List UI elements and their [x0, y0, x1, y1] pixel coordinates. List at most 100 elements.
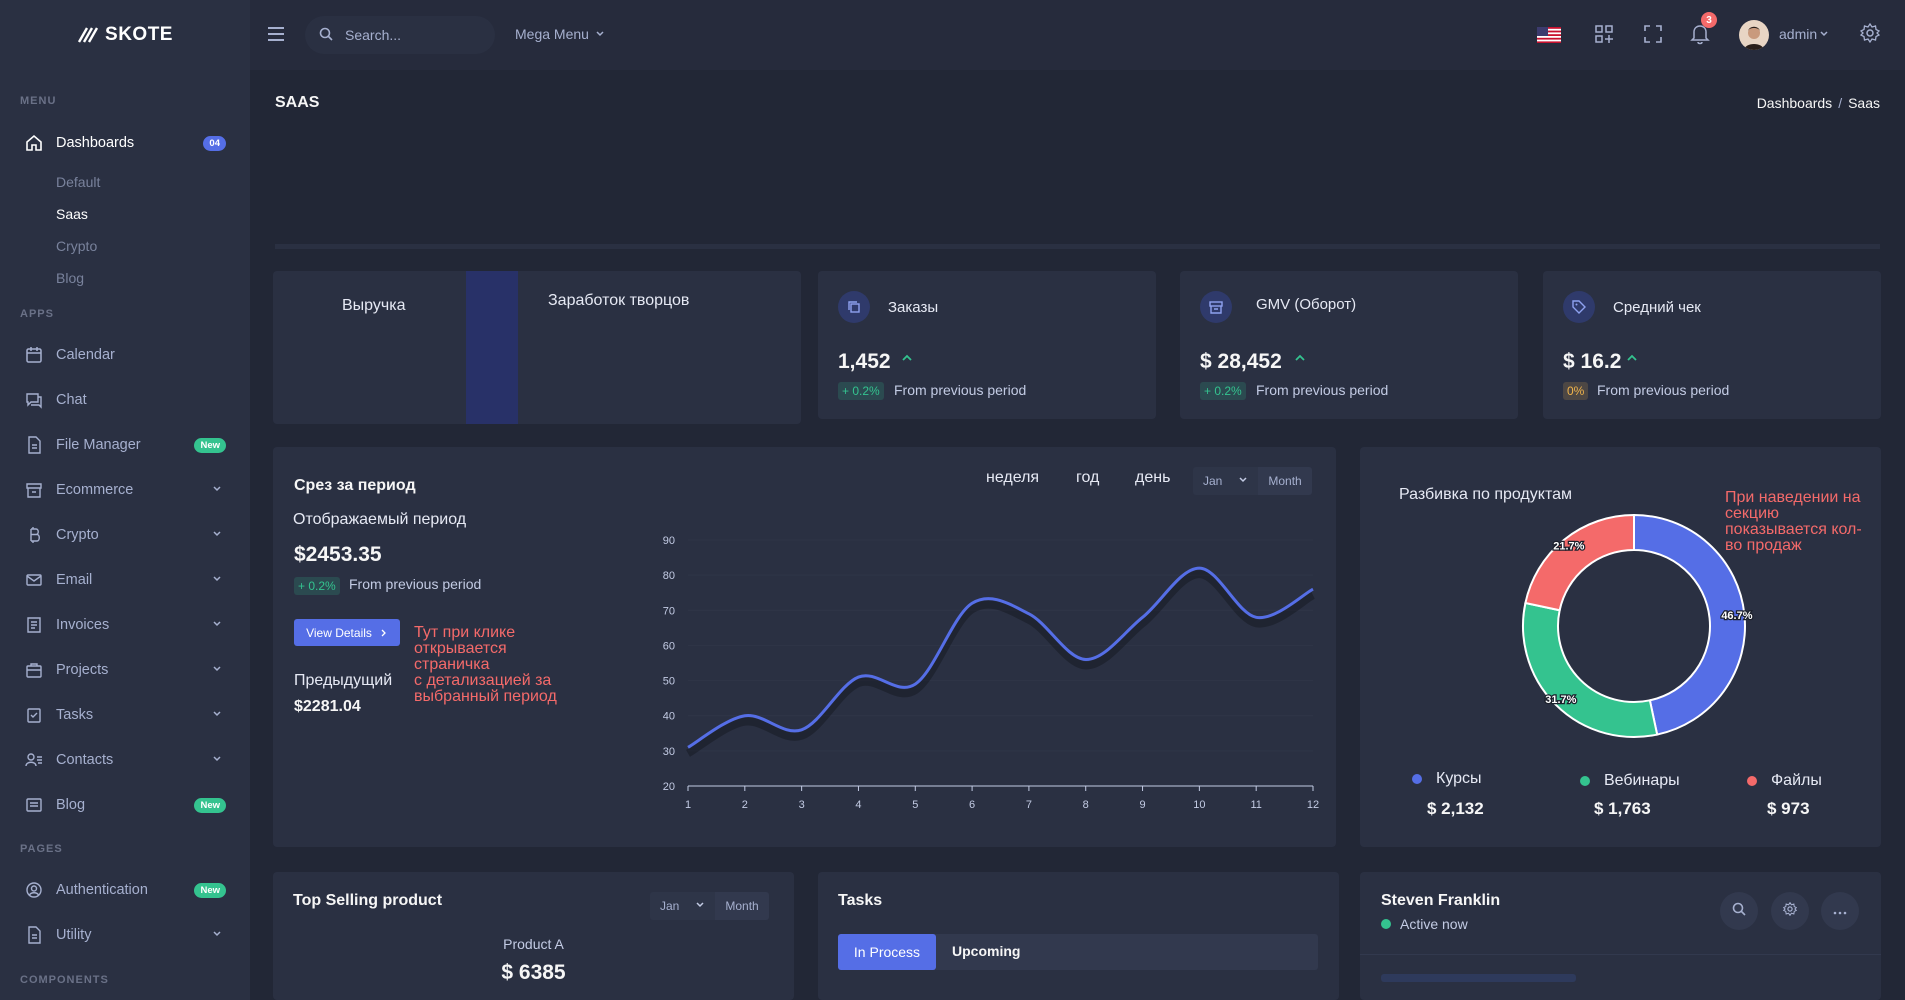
chat-user-name: Steven Franklin	[1381, 892, 1501, 909]
mega-menu-dropdown[interactable]: Mega Menu	[515, 26, 605, 42]
chat-card: Steven Franklin Active now	[1360, 872, 1881, 1000]
sidebar-item-label: File Manager	[56, 437, 141, 453]
legend-value-webinars: $ 1,763	[1594, 799, 1651, 818]
gear-icon	[1782, 901, 1798, 921]
search-box[interactable]	[305, 16, 495, 54]
chat-settings-button[interactable]	[1771, 892, 1809, 930]
sidebar-item-blog[interactable]: Blog New	[0, 785, 250, 825]
chevron-down-icon	[595, 26, 605, 42]
sidebar-item-contacts[interactable]: Contacts	[0, 740, 250, 780]
sidebar-item-utility[interactable]: Utility	[0, 915, 250, 955]
x-tick-label: 7	[1026, 799, 1032, 811]
sidebar-subitem-saas[interactable]: Saas	[56, 206, 88, 222]
legend-dot	[1747, 776, 1757, 786]
revenue-label: Выручка	[342, 297, 406, 314]
sidebar-item-calendar[interactable]: Calendar	[0, 335, 250, 375]
sidebar-item-label: Ecommerce	[56, 482, 134, 498]
y-tick-label: 20	[663, 781, 675, 793]
chat-more-button[interactable]	[1821, 892, 1859, 930]
sidebar-item-label: Dashboards	[56, 135, 135, 151]
sidebar-item-tasks[interactable]: Tasks	[0, 695, 250, 735]
user-avatar[interactable]	[1739, 20, 1769, 50]
logo-icon	[77, 27, 99, 43]
chat-loading-bar	[1381, 974, 1576, 982]
blog-icon	[24, 795, 44, 815]
sidebar-item-email[interactable]: Email	[0, 560, 250, 600]
chat-search-button[interactable]	[1720, 892, 1758, 930]
apps-section-title: APPS	[20, 308, 54, 320]
x-tick-label: 9	[1139, 799, 1145, 811]
chevron-down-icon	[212, 482, 222, 498]
sidebar-item-invoices[interactable]: Invoices	[0, 605, 250, 645]
search-input[interactable]	[345, 27, 485, 43]
legend-item-courses: Курсы	[1412, 770, 1482, 788]
month-button[interactable]: Month	[715, 892, 769, 920]
copy-icon	[838, 291, 870, 323]
app-logo[interactable]: SKOTE	[0, 0, 250, 70]
fullscreen-icon[interactable]	[1643, 24, 1663, 49]
breadcrumb-dashboards[interactable]: Dashboards	[1757, 95, 1833, 111]
orders-card: Заказы 1,452 + 0.2% From previous period	[818, 271, 1156, 419]
chat-divider	[1360, 954, 1881, 955]
file-icon	[24, 435, 44, 455]
y-tick-label: 70	[663, 605, 675, 617]
sidebar-item-projects[interactable]: Projects	[0, 650, 250, 690]
legend-label: Файлы	[1771, 772, 1822, 789]
sidebar-item-ecommerce[interactable]: Ecommerce	[0, 470, 250, 510]
hamburger-menu-icon[interactable]	[266, 25, 286, 48]
orders-pct-badge: + 0.2%	[838, 382, 884, 400]
avg-check-from-text: From previous period	[1597, 382, 1730, 398]
arrow-up-icon	[900, 351, 914, 370]
gmv-pct-badge: + 0.2%	[1200, 382, 1246, 400]
sidebar-item-file-manager[interactable]: File Manager New	[0, 425, 250, 465]
apps-grid-icon[interactable]	[1594, 24, 1614, 49]
gear-icon[interactable]	[1859, 22, 1881, 48]
sidebar-item-label: Crypto	[56, 527, 99, 543]
sidebar-item-dashboards[interactable]: Dashboards 04	[0, 123, 250, 163]
chevron-down-icon	[212, 752, 222, 768]
sidebar-item-authentication[interactable]: Authentication New	[0, 870, 250, 910]
task-icon	[24, 705, 44, 725]
mega-menu-label: Mega Menu	[515, 26, 589, 42]
sidebar-item-crypto[interactable]: Crypto	[0, 515, 250, 555]
tab-upcoming[interactable]: Upcoming	[952, 943, 1020, 959]
search-icon	[319, 27, 333, 44]
bitcoin-icon	[24, 525, 44, 545]
top-selling-month-select: Jan Month	[650, 892, 769, 920]
search-icon	[1732, 902, 1746, 921]
sidebar-subitem-crypto[interactable]: Crypto	[56, 238, 97, 254]
x-tick-label: 4	[855, 799, 861, 811]
legend-item-webinars: Вебинары	[1580, 772, 1680, 790]
us-flag-icon[interactable]	[1537, 27, 1561, 48]
sidebar-item-label: Tasks	[56, 707, 94, 723]
user-menu-dropdown[interactable]: admin	[1779, 26, 1829, 42]
tasks-tabs: In Process Upcoming	[838, 934, 1318, 970]
donut-slice-label: 31.7%	[1545, 694, 1576, 706]
sidebar-item-label: Utility	[56, 927, 92, 943]
breadcrumb: Dashboards / Saas	[1757, 95, 1880, 111]
legend-label: Вебинары	[1604, 772, 1680, 789]
month-select[interactable]: Jan	[650, 892, 716, 920]
gmv-from-text: From previous period	[1256, 382, 1389, 398]
tab-in-process[interactable]: In Process	[838, 934, 936, 970]
sidebar: SKOTE MENU Dashboards 04 Default Saas Cr…	[0, 0, 250, 1000]
x-tick-label: 10	[1193, 799, 1205, 811]
avg-check-pct-badge: 0%	[1563, 382, 1589, 400]
sidebar-item-chat[interactable]: Chat	[0, 380, 250, 420]
donut-slice-label: 46.7%	[1721, 610, 1752, 622]
x-tick-label: 6	[969, 799, 975, 811]
avg-check-card: Средний чек $ 16.2 0% From previous peri…	[1543, 271, 1881, 419]
sidebar-subitem-default[interactable]: Default	[56, 174, 100, 190]
gmv-card: GMV (Оборот) $ 28,452 + 0.2% From previo…	[1180, 271, 1518, 419]
sidebar-subitem-blog[interactable]: Blog	[56, 270, 84, 286]
user-circle-icon	[24, 880, 44, 900]
legend-dot	[1412, 774, 1422, 784]
breadcrumb-separator: /	[1838, 95, 1843, 111]
new-badge: New	[194, 798, 226, 813]
orders-value: 1,452	[838, 350, 891, 373]
y-tick-label: 30	[663, 746, 675, 758]
revenue-card: Выручка Заработок творцов	[273, 271, 801, 424]
home-icon	[24, 133, 44, 153]
donut-slice-label: 21.7%	[1553, 541, 1584, 553]
sidebar-item-label: Invoices	[56, 617, 110, 633]
